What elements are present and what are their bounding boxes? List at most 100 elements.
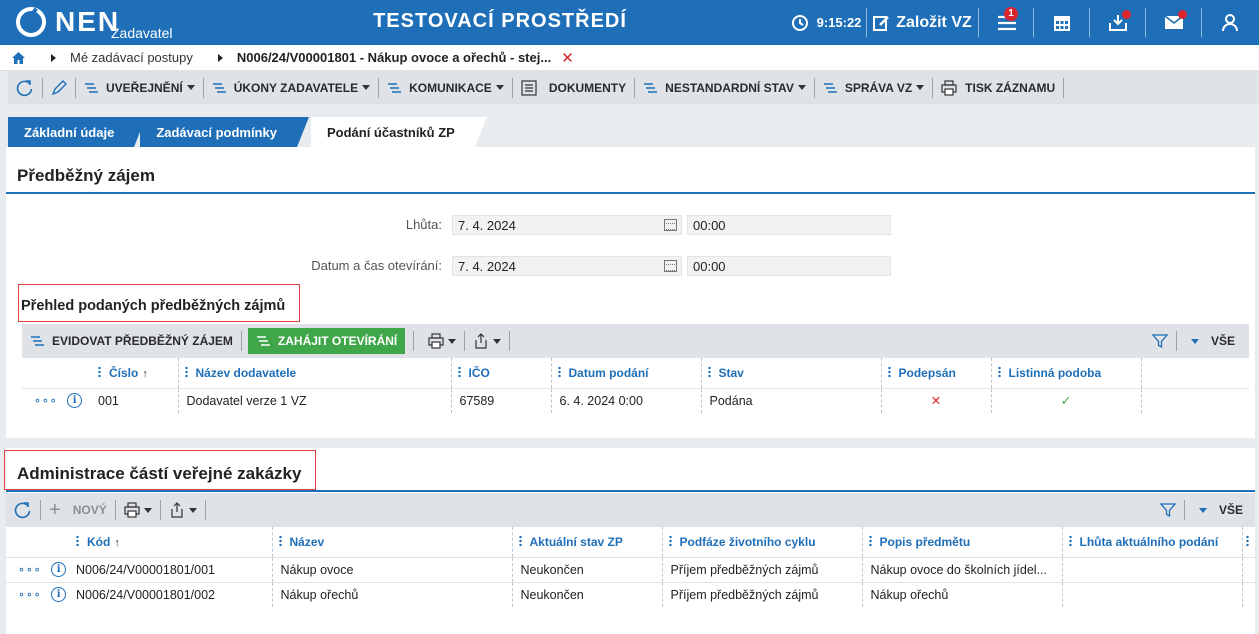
divider bbox=[6, 490, 1255, 492]
cell-lhuta bbox=[1061, 581, 1242, 607]
plus-icon: + bbox=[49, 498, 61, 521]
column-lhuta[interactable]: Lhůta aktuálního podání bbox=[1061, 527, 1242, 557]
novy-label: NOVÝ bbox=[72, 503, 107, 517]
column-podfaze[interactable]: Podfáze životního cyklu bbox=[661, 527, 862, 557]
column-ico[interactable]: IČO bbox=[450, 358, 551, 388]
otevirani-time-field[interactable]: 00:00 bbox=[687, 256, 891, 276]
cell-ico: 67589 bbox=[450, 387, 551, 413]
vse-label: VŠE bbox=[1210, 334, 1235, 348]
new-button[interactable]: + NOVÝ bbox=[41, 494, 115, 527]
prehled-grid-toolbar: EVIDOVAT PŘEDBĚŽNÝ ZÁJEM ZAHÁJIT OTEVÍRÁ… bbox=[22, 324, 1249, 358]
breadcrumb-item-postupy[interactable]: Mé zadávací postupy bbox=[70, 50, 193, 65]
messages-button[interactable] bbox=[1146, 0, 1201, 45]
more-icon[interactable]: ∘∘∘ bbox=[18, 589, 42, 601]
table-header: Kód ↑ Název Aktuální stav ZP Podfáze živo… bbox=[6, 527, 1255, 557]
edit-icon bbox=[873, 15, 890, 31]
column-stav[interactable]: Stav bbox=[700, 358, 881, 388]
otevirani-date-field[interactable]: 7. 4. 2024 bbox=[452, 256, 682, 276]
cell-kod: N006/24/V00001801/002 bbox=[76, 581, 272, 607]
list-action-icon bbox=[85, 82, 98, 93]
create-vz-label: Založit VZ bbox=[896, 13, 972, 31]
cell-lhuta bbox=[1061, 556, 1242, 582]
lhuta-time-field[interactable]: 00:00 bbox=[687, 215, 891, 235]
column-podepsan[interactable]: Podepsán bbox=[880, 358, 991, 388]
close-icon[interactable]: ✕ bbox=[561, 49, 574, 67]
document-icon bbox=[521, 79, 537, 96]
more-icon[interactable]: ∘∘∘ bbox=[34, 395, 58, 407]
create-vz-button[interactable]: Založit VZ bbox=[870, 0, 974, 45]
table-row[interactable]: ∘∘∘ i N006/24/V00001801/002 Nákup ořechů… bbox=[6, 581, 1255, 607]
column-cislo[interactable]: Číslo ↑ bbox=[98, 358, 178, 388]
uverejneni-menu[interactable]: UVEŘEJNĚNÍ bbox=[76, 71, 203, 104]
table-row[interactable]: ∘∘∘ i N006/24/V00001801/001 Nákup ovoce … bbox=[6, 556, 1255, 582]
list-action-icon bbox=[256, 336, 270, 346]
cell-nazev: Nákup ovoce bbox=[271, 556, 512, 582]
print-menu[interactable] bbox=[420, 325, 464, 358]
info-icon[interactable]: i bbox=[51, 587, 67, 603]
messages-alert-dot bbox=[1178, 10, 1187, 19]
cell-podfaze: Příjem předběžných zájmů bbox=[661, 581, 862, 607]
cell-kod: N006/24/V00001801/001 bbox=[76, 556, 272, 582]
otevirani-date-value: 7. 4. 2024 bbox=[458, 259, 516, 274]
refresh-button[interactable] bbox=[8, 71, 42, 104]
tisk-button[interactable]: TISK ZÁZNAMU bbox=[933, 71, 1063, 104]
komunikace-menu[interactable]: KOMUNIKACE bbox=[379, 71, 512, 104]
column-aktualni-stav[interactable]: Aktuální stav ZP bbox=[511, 527, 662, 557]
home-icon[interactable] bbox=[12, 51, 25, 64]
chevron-right-icon bbox=[217, 53, 223, 62]
cell-popis: Nákup ovoce do školních jídel... bbox=[861, 556, 1062, 582]
calendar-button[interactable] bbox=[1034, 0, 1089, 45]
info-icon[interactable]: i bbox=[51, 562, 67, 578]
export-menu[interactable] bbox=[161, 494, 205, 527]
nestandardni-menu[interactable]: NESTANDARDNÍ STAV bbox=[635, 71, 814, 104]
calendar-icon[interactable] bbox=[664, 219, 677, 231]
list-action-icon bbox=[823, 82, 837, 93]
print-menu[interactable] bbox=[116, 494, 160, 527]
cell-stav: Neukončen bbox=[511, 581, 662, 607]
calendar-icon[interactable] bbox=[664, 260, 677, 272]
view-all-menu[interactable]: VŠE bbox=[1183, 325, 1243, 358]
tab-zadavaci-podminky[interactable]: Zadávací podmínky bbox=[140, 117, 309, 147]
column-listinna[interactable]: Listinná podoba bbox=[990, 358, 1141, 388]
inbox-button[interactable] bbox=[1090, 0, 1145, 45]
filter-button[interactable] bbox=[1152, 494, 1184, 527]
divider bbox=[866, 8, 867, 37]
lhuta-date-field[interactable]: 7. 4. 2024 bbox=[452, 215, 682, 235]
column-kod[interactable]: Kód ↑ bbox=[76, 527, 272, 557]
caret-down-icon bbox=[1190, 338, 1199, 344]
menu-button[interactable]: 1 bbox=[982, 0, 1032, 45]
cell-podfaze: Příjem předběžných zájmů bbox=[661, 556, 862, 582]
list-action-icon bbox=[31, 336, 44, 346]
section-title-administrace: Administrace částí veřejné zakázky bbox=[17, 464, 302, 483]
column-nazev[interactable]: Název bbox=[271, 527, 512, 557]
refresh-button[interactable] bbox=[6, 494, 40, 527]
ukony-menu[interactable]: ÚKONY ZADAVATELE bbox=[204, 71, 378, 104]
edit-button[interactable] bbox=[43, 71, 75, 104]
dokumenty-button[interactable]: DOKUMENTY bbox=[513, 71, 634, 104]
sprava-label: SPRÁVA VZ bbox=[844, 80, 913, 95]
user-button[interactable] bbox=[1202, 0, 1257, 45]
zahajit-otevirani-button[interactable]: ZAHÁJIT OTEVÍRÁNÍ bbox=[247, 328, 406, 354]
breadcrumb-item-current[interactable]: N006/24/V00001801 - Nákup ovoce a ořechů… bbox=[237, 50, 551, 65]
export-menu[interactable] bbox=[465, 325, 509, 358]
refresh-icon bbox=[16, 79, 33, 96]
view-all-menu[interactable]: VŠE bbox=[1191, 494, 1251, 527]
clock-icon bbox=[791, 14, 808, 31]
filter-icon bbox=[1151, 334, 1168, 349]
table-row[interactable]: ∘∘∘ i 001 Dodavatel verze 1 VZ 67589 6. … bbox=[22, 387, 1249, 413]
tab-zakladni-udaje[interactable]: Základní údaje bbox=[8, 117, 147, 147]
info-icon[interactable]: i bbox=[67, 393, 83, 409]
column-popis[interactable]: Popis předmětu bbox=[861, 527, 1062, 557]
cell-datum: 6. 4. 2024 0:00 bbox=[550, 387, 701, 413]
zahajit-label: ZAHÁJIT OTEVÍRÁNÍ bbox=[277, 334, 398, 348]
column-datum[interactable]: Datum podání bbox=[550, 358, 701, 388]
section-title-predbezny: Předběžný zájem bbox=[17, 166, 155, 185]
timer-value: 9:15:22 bbox=[816, 15, 862, 30]
filter-button[interactable] bbox=[1144, 325, 1176, 358]
evidovat-button[interactable]: EVIDOVAT PŘEDBĚŽNÝ ZÁJEM bbox=[22, 325, 241, 358]
printer-icon bbox=[428, 333, 444, 349]
more-icon[interactable]: ∘∘∘ bbox=[18, 564, 42, 576]
column-nazev[interactable]: Název dodavatele bbox=[177, 358, 451, 388]
tab-podani-ucastniku[interactable]: Podání účastníků ZP bbox=[310, 117, 487, 147]
sprava-menu[interactable]: SPRÁVA VZ bbox=[815, 71, 932, 104]
